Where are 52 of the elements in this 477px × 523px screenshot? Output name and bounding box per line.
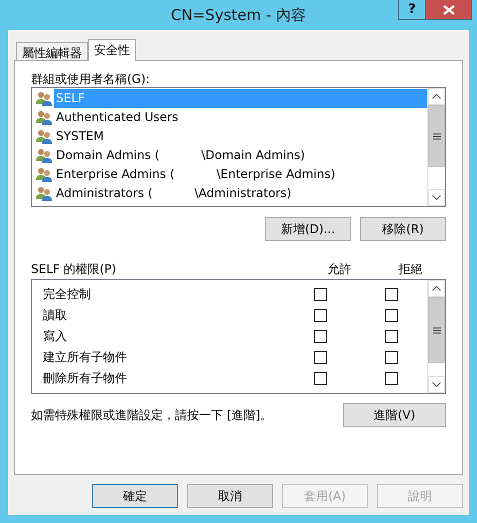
group-name[interactable]: SYSTEM <box>54 127 106 146</box>
dialog-button[interactable]: 新增(D)... <box>265 217 351 241</box>
scroll-down-icon <box>432 382 441 387</box>
grip-icon <box>432 132 440 140</box>
tab[interactable]: 屬性編輯器 <box>16 42 88 60</box>
permission-name: 建立所有子物件 <box>43 349 128 366</box>
help-button[interactable]: ? <box>398 0 426 20</box>
scroll-thumb[interactable] <box>428 105 445 167</box>
allow-checkbox[interactable] <box>314 372 327 385</box>
user-group-icon <box>36 110 52 125</box>
permission-name: 刪除所有子物件 <box>43 370 128 387</box>
group-name[interactable]: Enterprise Admins ( \Enterprise Admins) <box>54 165 338 184</box>
group-name[interactable]: Administrators ( \Administrators) <box>54 184 294 203</box>
user-group-icon <box>36 167 52 182</box>
permission-name: 完全控制 <box>43 286 92 303</box>
window-title: CN=System - 內容 <box>170 6 306 24</box>
deny-checkbox[interactable] <box>385 330 398 343</box>
scroll-up-icon <box>432 94 441 99</box>
group-name[interactable]: Authenticated Users <box>54 108 180 127</box>
advanced-hint: 如需特殊權限或進階設定，請按一下 [進階]。 <box>31 406 272 424</box>
column-header: 拒絕 <box>398 260 424 278</box>
dialog-button[interactable]: 移除(R) <box>360 217 446 241</box>
advanced-button[interactable]: 進階(V) <box>343 403 446 427</box>
user-group-icon <box>36 91 52 106</box>
deny-checkbox[interactable] <box>385 351 398 364</box>
user-group-icon <box>36 186 52 201</box>
user-group-icon <box>36 148 52 163</box>
tab[interactable]: 安全性 <box>88 39 136 61</box>
scroll-down-icon <box>432 195 441 200</box>
allow-checkbox[interactable] <box>314 288 327 301</box>
list-label: 群組或使用者名稱(G): <box>31 71 151 87</box>
grip-icon <box>432 326 440 334</box>
allow-checkbox[interactable] <box>314 309 327 322</box>
group-name[interactable]: Domain Admins ( \Domain Admins) <box>54 146 307 165</box>
user-group-icon <box>36 129 52 144</box>
close-icon <box>442 4 454 14</box>
allow-checkbox[interactable] <box>314 330 327 343</box>
allow-checkbox[interactable] <box>314 351 327 364</box>
scroll-thumb[interactable] <box>428 297 445 363</box>
dialog-button[interactable]: 取消 <box>187 484 273 508</box>
scroll-up-icon <box>432 286 441 291</box>
scrollbar[interactable] <box>427 280 445 393</box>
deny-checkbox[interactable] <box>385 309 398 322</box>
deny-checkbox[interactable] <box>385 372 398 385</box>
deny-checkbox[interactable] <box>385 288 398 301</box>
permissions-label: SELF 的權限(P) <box>31 260 118 278</box>
permission-name: 寫入 <box>43 328 68 345</box>
permission-name: 讀取 <box>43 307 68 324</box>
scrollbar[interactable] <box>427 88 445 206</box>
dialog-button[interactable]: 確定 <box>92 484 178 508</box>
close-button[interactable] <box>425 0 472 20</box>
column-header: 允許 <box>326 260 352 278</box>
